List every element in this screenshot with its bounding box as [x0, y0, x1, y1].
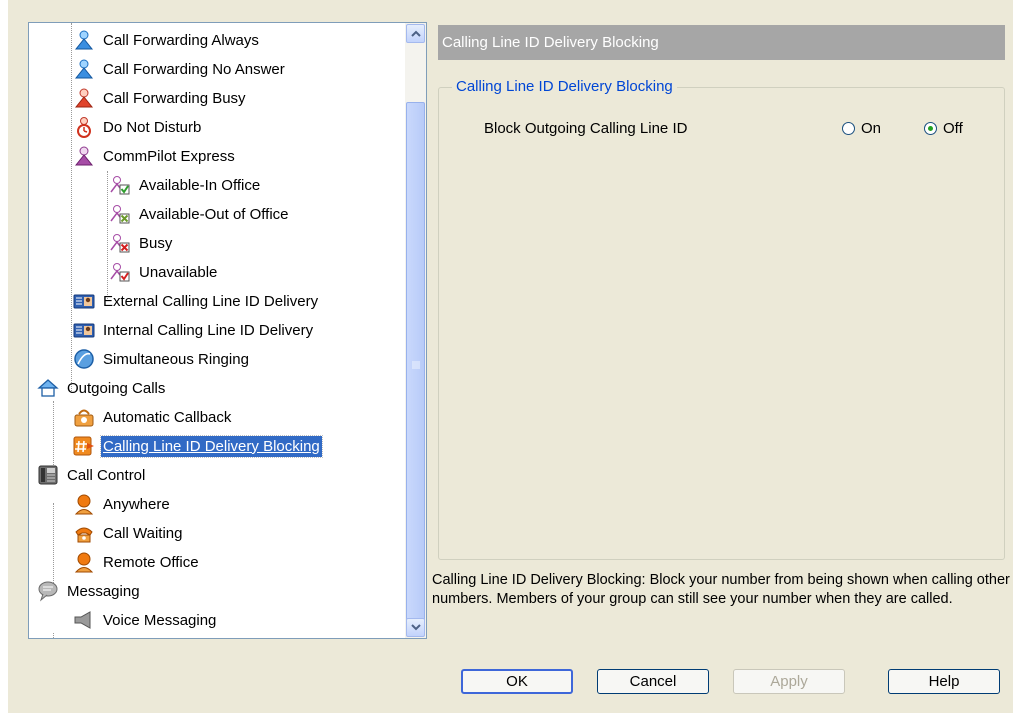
- orange-person-icon: [74, 494, 94, 515]
- house-icon: [37, 379, 59, 397]
- tree-item-label: Call Forwarding Busy: [103, 89, 246, 107]
- tree-item-voice-messaging[interactable]: Voice Messaging: [73, 608, 218, 632]
- tree-item-call-forwarding-no-answer[interactable]: Call Forwarding No Answer: [73, 57, 287, 81]
- tree-item-remote-office[interactable]: Remote Office: [73, 550, 201, 574]
- id-card-icon: [73, 323, 95, 338]
- tree-guide: [107, 171, 108, 301]
- panel-header: Calling Line ID Delivery Blocking: [438, 25, 1005, 60]
- tree-item-outgoing-calls[interactable]: Outgoing Calls: [37, 376, 167, 400]
- help-button[interactable]: Help: [888, 669, 1000, 694]
- tree-item-label: Busy: [139, 234, 173, 252]
- tree-item-messaging[interactable]: Messaging: [37, 579, 142, 603]
- block-caller-id-label: Block Outgoing Calling Line ID: [484, 120, 688, 137]
- chevron-up-icon: [411, 30, 421, 37]
- busy-x-icon: [110, 234, 130, 253]
- tree-item-label: Unavailable: [139, 263, 218, 281]
- scroll-down-button[interactable]: [406, 618, 425, 637]
- tree-item-unavailable[interactable]: Unavailable: [109, 260, 219, 284]
- radio-off-circle[interactable]: [924, 122, 937, 135]
- tree-item-label: CommPilot Express: [103, 147, 235, 165]
- call-forwarding-person-blue-icon: [74, 59, 94, 79]
- chevron-down-icon: [411, 624, 421, 631]
- tree-item-label: Call Control: [67, 466, 146, 484]
- feature-description: Calling Line ID Delivery Blocking: Block…: [432, 572, 1010, 607]
- tree-item-calling-line-id-delivery-blocking[interactable]: Calling Line ID Delivery Blocking: [73, 434, 323, 458]
- tree-item-call-waiting[interactable]: Call Waiting: [73, 521, 184, 545]
- tree-item-available-out-of-office[interactable]: Available-Out of Office: [109, 202, 291, 226]
- id-card-icon: [73, 294, 95, 309]
- tree-item-available-in-office[interactable]: Available-In Office: [109, 173, 262, 197]
- tree-item-label: Call Forwarding Always: [103, 31, 259, 49]
- scroll-thumb[interactable]: [406, 102, 425, 629]
- tree-item-label: Voice Messaging: [103, 611, 217, 629]
- tree-item-busy[interactable]: Busy: [109, 231, 174, 255]
- tree-item-label: Call Forwarding No Answer: [103, 60, 285, 78]
- grip-icon: [412, 361, 420, 369]
- tree-item-label: Outgoing Calls: [67, 379, 166, 397]
- tree-guide: [71, 23, 72, 393]
- tree-item-label: Calling Line ID Delivery Blocking: [100, 434, 323, 458]
- do-not-disturb-icon: [77, 117, 91, 138]
- unavailable-check-icon: [110, 263, 130, 282]
- desk-phone-icon: [38, 465, 58, 485]
- tree-item-commpilot-express[interactable]: CommPilot Express: [73, 144, 237, 168]
- tree-item-label: Do Not Disturb: [103, 118, 202, 136]
- tree-item-simultaneous-ringing[interactable]: Simultaneous Ringing: [73, 347, 251, 371]
- phone-waiting-icon: [75, 527, 93, 543]
- tree-item-automatic-callback[interactable]: Automatic Callback: [73, 405, 233, 429]
- tree-guide: [53, 633, 54, 638]
- tree-item-label: Automatic Callback: [103, 408, 232, 426]
- tree-rows: Call Forwarding Always Call Forwarding N…: [29, 23, 405, 638]
- tree-item-label: Messaging: [67, 582, 140, 600]
- tree-item-call-control[interactable]: Call Control: [37, 463, 147, 487]
- tree-item-label: Available-In Office: [139, 176, 261, 194]
- radio-on[interactable]: On: [842, 120, 881, 137]
- tree-item-call-forwarding-busy[interactable]: Call Forwarding Busy: [73, 86, 248, 110]
- tree-item-label: Available-Out of Office: [139, 205, 289, 223]
- scroll-up-button[interactable]: [406, 24, 425, 43]
- globe-icon: [74, 349, 94, 369]
- tree-item-label: External Calling Line ID Delivery: [103, 292, 319, 310]
- settings-group-box: [438, 87, 1005, 560]
- group-title: Calling Line ID Delivery Blocking: [452, 78, 677, 95]
- call-forwarding-person-red-icon: [74, 88, 94, 108]
- speech-bubble-icon: [38, 581, 58, 602]
- tree-item-external-calling-line-id-delivery[interactable]: External Calling Line ID Delivery: [73, 289, 320, 313]
- radio-off-label: Off: [943, 120, 963, 137]
- tree-item-anywhere[interactable]: Anywhere: [73, 492, 172, 516]
- dialog-window: Call Forwarding Always Call Forwarding N…: [8, 0, 1013, 713]
- callback-phone-icon: [74, 409, 94, 427]
- available-out-icon: [110, 205, 130, 224]
- tree-item-label: Simultaneous Ringing: [103, 350, 249, 368]
- tree-item-do-not-disturb[interactable]: Do Not Disturb: [73, 115, 203, 139]
- orange-person-icon: [74, 552, 94, 573]
- tree-guide: [53, 503, 54, 589]
- speaker-icon: [74, 611, 91, 629]
- radio-off[interactable]: Off: [924, 120, 963, 137]
- tree-item-label: Remote Office: [103, 553, 199, 571]
- hash-arrow-icon: [73, 436, 94, 456]
- radio-on-circle[interactable]: [842, 122, 855, 135]
- ok-button[interactable]: OK: [461, 669, 573, 694]
- tree-item-label: Internal Calling Line ID Delivery: [103, 321, 314, 339]
- tree-item-internal-calling-line-id-delivery[interactable]: Internal Calling Line ID Delivery: [73, 318, 315, 342]
- call-forwarding-person-blue-icon: [74, 30, 94, 50]
- radio-on-label: On: [861, 120, 882, 137]
- available-check-icon: [110, 176, 130, 195]
- tree-item-label: Anywhere: [103, 495, 170, 513]
- cancel-button[interactable]: Cancel: [597, 669, 709, 694]
- commpilot-person-purple-icon: [74, 146, 94, 166]
- apply-button[interactable]: Apply: [733, 669, 845, 694]
- tree-item-label: Call Waiting: [103, 524, 183, 542]
- tree-item-call-forwarding-always[interactable]: Call Forwarding Always: [73, 28, 261, 52]
- feature-tree[interactable]: Call Forwarding Always Call Forwarding N…: [28, 22, 427, 639]
- tree-scrollbar[interactable]: [405, 23, 426, 638]
